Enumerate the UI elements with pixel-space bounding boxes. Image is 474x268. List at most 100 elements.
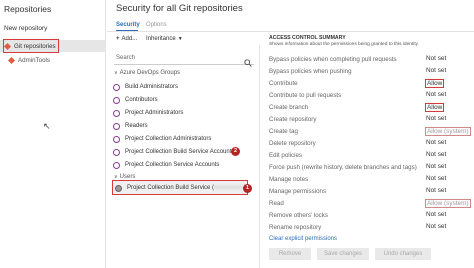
permission-value-dropdown[interactable]: Not set [425,55,447,62]
group-icon [113,83,120,91]
permission-label: Edit policies [269,152,303,159]
tab-security[interactable]: Security [116,22,140,28]
list-item-label: Project Collection Administrators [125,136,212,142]
permission-row: Manage permissions Not set [261,186,474,197]
inheritance-label: Inheritance [146,36,176,42]
chevron-down-icon: ∨ [114,70,118,76]
list-item-label: Contributors [125,97,158,103]
permission-value-dropdown[interactable]: Not set [425,223,447,230]
permission-label: Contribute to pull requests [269,92,342,99]
step-badge: 1 [243,184,252,193]
permission-row: Remove others' locks Not set [261,210,474,221]
permission-row: Contribute Allow [261,78,474,89]
user-avatar-icon [115,184,122,192]
permission-label: Manage permissions [269,188,327,195]
list-item-contributors[interactable]: Contributors [113,94,255,106]
list-item-readers[interactable]: Readers [113,120,255,132]
group-icon [113,161,120,169]
save-changes-button[interactable]: Save changes [317,248,369,260]
new-repository-link[interactable]: New repository [4,25,47,32]
list-item-build-administrators[interactable]: Build Administrators [113,81,255,93]
group-icon [113,148,120,156]
section-header-label: Azure DevOps Groups [119,70,181,76]
permission-row: Bypass policies when completing pull req… [261,54,474,65]
permission-label: Contribute [269,80,298,87]
permission-label: Rename repository [269,224,322,231]
section-header-azure-devops-groups[interactable]: ∨ Azure DevOps Groups [114,70,180,76]
permission-label: Create repository [269,116,317,123]
repo-item-admintools[interactable]: AdminTools [0,54,106,66]
inheritance-dropdown[interactable]: Inheritance ▼ [146,36,183,42]
permission-row: Contribute to pull requests Not set [261,90,474,101]
permission-label: Force push (rewrite history, delete bran… [269,164,417,171]
list-item-label: Project Collection Service Accounts [125,162,220,168]
caret-down-icon: ▼ [177,36,183,42]
permission-row: Read Allow (system) [261,198,474,209]
permission-value-dropdown[interactable]: Not set [425,139,447,146]
group-icon [113,96,120,104]
permission-row: Delete repository Not set [261,138,474,149]
permission-label: Create tag [269,128,298,135]
git-repo-icon [7,56,16,64]
access-control-summary-title: ACCESS CONTROL SUMMARY [269,35,346,41]
permission-label: Bypass policies when pushing [269,68,352,75]
permission-label: Manage notes [269,176,309,183]
list-item-label: Project Collection Build Service Account… [125,149,235,155]
list-item-project-collection-build-service[interactable]: Project Collection Build Service (xxxxxx… [115,182,257,194]
step-badge: 2 [231,147,240,156]
list-item-label: Readers [125,123,148,129]
permission-row: Bypass policies when pushing Not set [261,66,474,77]
identity-list-panel: Search ∨ Azure DevOps Groups Build Admini… [107,45,260,268]
permission-value-dropdown[interactable]: Allow (system) [425,127,471,136]
permission-value-dropdown[interactable]: Not set [425,67,447,74]
permission-label: Delete repository [269,140,316,147]
permission-label: Create branch [269,104,309,111]
repositories-panel: Repositories New repository Git reposito… [0,0,106,268]
search-icon[interactable] [244,54,252,72]
permission-value-dropdown[interactable]: Not set [425,211,447,218]
permission-row: Create branch Allow [261,102,474,113]
permission-label: Remove others' locks [269,212,328,219]
list-item-project-collection-service-accounts[interactable]: Project Collection Service Accounts [113,159,255,171]
permission-value-dropdown[interactable]: Not set [425,163,447,170]
list-item-label: Project Collection Build Service (xxxxxx… [127,185,246,191]
permission-value-dropdown[interactable]: Not set [425,175,447,182]
tab-options[interactable]: Options [146,22,167,28]
permission-label: Read [269,200,284,207]
permission-value-dropdown[interactable]: Allow [425,103,445,112]
group-icon [113,109,120,117]
selection-highlight-box [3,39,59,53]
page-title: Security for all Git repositories [116,3,243,14]
permission-row: Manage notes Not set [261,174,474,185]
permission-value-dropdown[interactable]: Not set [425,187,447,194]
list-item-project-administrators[interactable]: Project Administrators [113,107,255,119]
permission-row: Rename repository Not set [261,222,474,233]
redacted-text: xxxxxxxxxx [214,185,245,191]
search-placeholder: Search [116,55,136,61]
permission-label: Bypass policies when completing pull req… [269,56,397,63]
mouse-cursor-icon: ↖ [43,121,51,131]
permission-row: Force push (rewrite history, delete bran… [261,162,474,173]
access-control-summary-description: Shows information about the permissions … [269,42,419,47]
list-item-project-collection-administrators[interactable]: Project Collection Administrators [113,133,255,145]
undo-changes-button[interactable]: Undo changes [375,248,431,260]
plus-icon: + [116,36,120,42]
list-item-label: Project Administrators [125,110,184,116]
repositories-title: Repositories [4,4,52,14]
permission-value-dropdown[interactable]: Allow [425,79,445,88]
add-button-label: Add... [121,36,138,42]
permission-value-dropdown[interactable]: Not set [425,91,447,98]
group-icon [113,122,120,130]
repo-item-label: AdminTools [18,56,50,64]
remove-button[interactable]: Remove [269,248,311,260]
permission-value-dropdown[interactable]: Not set [425,151,447,158]
permission-value-dropdown[interactable]: Not set [425,115,447,122]
permission-row: Create tag Allow (system) [261,126,474,137]
add-button[interactable]: + Add... [116,36,137,42]
permissions-panel: ACCESS CONTROL SUMMARY Shows information… [261,32,474,268]
clear-explicit-permissions-link[interactable]: Clear explicit permissions [269,236,337,242]
list-item-label: Build Administrators [125,84,179,90]
search-input[interactable]: Search [114,53,254,67]
permission-value-dropdown[interactable]: Allow (system) [425,199,471,208]
permission-row: Edit policies Not set [261,150,474,161]
